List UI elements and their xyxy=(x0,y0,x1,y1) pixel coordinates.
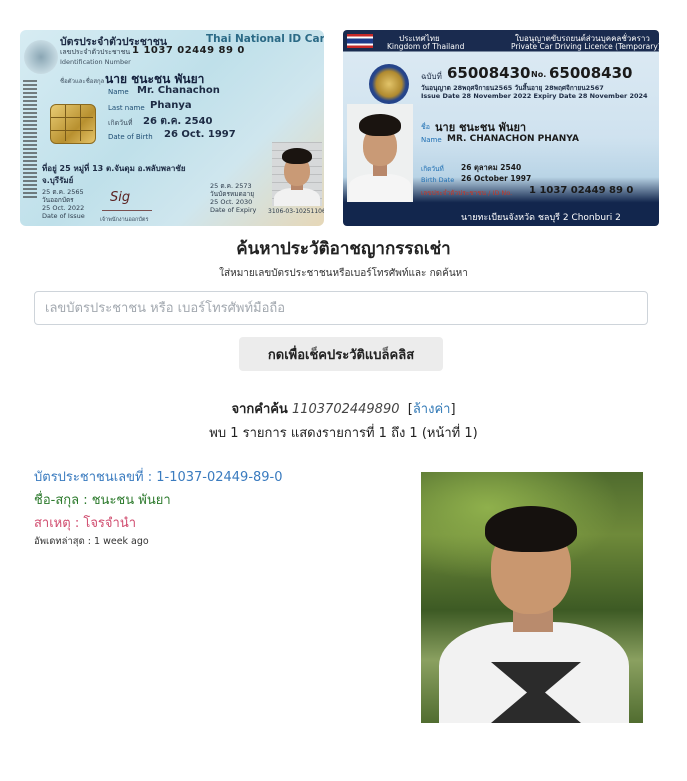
licence-country-en: Kingdom of Thailand xyxy=(387,42,465,51)
id-card-portrait xyxy=(272,142,322,206)
id-card-serial: 3106-03-10251106 xyxy=(268,208,324,215)
licence-birth-en: 26 October 1997 xyxy=(461,174,532,183)
record-name: ชื่อ-สกุล : ชนะชน พันยา xyxy=(34,493,171,508)
id-card-dob-th: 26 ต.ค. 2540 xyxy=(143,116,213,127)
page-title: ค้นหาประวัติอาชญากรรถเช่า xyxy=(236,239,451,259)
licence-issue-en: Issue Date 28 November 2022 Expiry Date … xyxy=(421,92,648,100)
page-subtitle: ใส่หมายเลขบัตรประชาชนหรือเบอร์โทรศัพท์แล… xyxy=(219,268,468,279)
search-input[interactable] xyxy=(34,291,648,325)
licence-name-en: MR. CHANACHON PHANYA xyxy=(447,134,579,144)
licence-number-label-en: No. xyxy=(531,70,547,79)
licence-birth-label-en: Birth Date xyxy=(421,176,455,184)
licence-number-2: 65008430 xyxy=(549,64,633,82)
id-card-issue-label-th: วันออกบัตร xyxy=(42,196,74,204)
record-photo xyxy=(421,472,643,723)
signature-caption: เจ้าพนักงานออกบัตร xyxy=(100,217,149,223)
licence-number: 65008430 xyxy=(447,64,531,82)
query-summary: จากคำค้น 1103702449890 [ล้างค่า] xyxy=(0,398,687,419)
licence-number-label-th: ฉบับที่ xyxy=(421,72,442,81)
id-card-address-line2: จ.บุรีรัมย์ xyxy=(42,176,74,185)
id-card-name-label-th: ชื่อตัวและชื่อสกุล xyxy=(60,78,105,85)
record-updated: อัพเดทล่าสุด : 1 week ago xyxy=(34,536,149,547)
department-emblem-icon xyxy=(369,64,409,104)
id-card-issue-th: 25 ต.ค. 2565 xyxy=(42,188,84,196)
licence-registration: นายทะเบียนจังหวัด ชลบุรี 2 Chonburi 2 xyxy=(461,213,621,223)
id-card-issue-en: 25 Oct. 2022 xyxy=(42,204,85,212)
id-card-name-en: Mr. Chanachon xyxy=(137,85,220,96)
licence-id-number: 1 1037 02449 89 0 xyxy=(529,185,634,196)
id-card-id-label-en: Identification Number xyxy=(60,58,131,66)
id-card-dob-label-th: เกิดวันที่ xyxy=(108,119,133,127)
id-card-lastname: Phanya xyxy=(150,100,192,111)
licence-id-label: เลขประจำตัวประชาชน / ID No. xyxy=(421,189,513,197)
id-card-expiry-label-th: วันบัตรหมดอายุ xyxy=(210,190,255,198)
id-card-dob-en: 26 Oct. 1997 xyxy=(164,129,236,140)
licence-birth-label-th: เกิดวันที่ xyxy=(421,165,444,173)
licence-name-label-en: Name xyxy=(421,136,442,144)
signature: Sig xyxy=(102,188,152,211)
licence-portrait xyxy=(347,104,413,202)
clear-bracket-close: ] xyxy=(450,402,456,417)
barcode-strip xyxy=(23,78,37,198)
id-card-image: บัตรประจำตัวประชาชน Thai National ID Car… xyxy=(20,30,324,226)
id-card-expiry-block: 25 ต.ค. 2573 วันบัตรหมดอายุ 25 Oct. 2030… xyxy=(210,182,265,214)
driving-licence-image: ประเทศไทย Kingdom of Thailand ใบอนุญาตขั… xyxy=(343,30,659,226)
id-card-expiry-th: 25 ต.ค. 2573 xyxy=(210,182,252,190)
thai-flag-icon xyxy=(347,34,373,48)
id-card-expiry-en: 25 Oct. 2030 xyxy=(210,198,253,206)
id-card-expiry-label-en: Date of Expiry xyxy=(210,206,257,214)
result-count: พบ 1 รายการ แสดงรายการที่ 1 ถึง 1 (หน้าท… xyxy=(209,426,478,441)
id-card-issue-label-en: Date of Issue xyxy=(42,212,85,220)
query-value: 1103702449890 xyxy=(291,402,400,417)
licence-birth-th: 26 ตุลาคม 2540 xyxy=(461,163,522,172)
query-label: จากคำค้น xyxy=(231,402,288,417)
id-card-id-label: เลขประจำตัวประชาชน xyxy=(60,48,131,56)
record-reason: สาเหตุ : โจรจำนำ xyxy=(34,516,137,531)
id-card-name-label: Name xyxy=(108,88,129,96)
check-blacklist-button[interactable]: กดเพื่อเช็คประวัติแบล็คลิส xyxy=(239,337,443,371)
id-card-id-number: 1 1037 02449 89 0 xyxy=(132,45,245,56)
id-card-header-en: Thai National ID Card xyxy=(206,33,324,45)
clear-link[interactable]: ล้างค่า xyxy=(413,402,451,417)
licence-title-en: Private Car Driving Licence (Temporary) xyxy=(511,42,659,51)
smart-chip-icon xyxy=(50,104,96,144)
licence-name-label-th: ชื่อ xyxy=(421,123,430,131)
id-card-dob-label: Date of Birth xyxy=(108,133,153,141)
id-card-lastname-label: Last name xyxy=(108,104,145,112)
id-card-issue-block: 25 ต.ค. 2565 วันออกบัตร 25 Oct. 2022 Dat… xyxy=(42,188,92,220)
record-id-number: บัตรประชาชนเลขที่ : 1-1037-02449-89-0 xyxy=(34,470,283,485)
garuda-seal-icon xyxy=(24,40,58,74)
